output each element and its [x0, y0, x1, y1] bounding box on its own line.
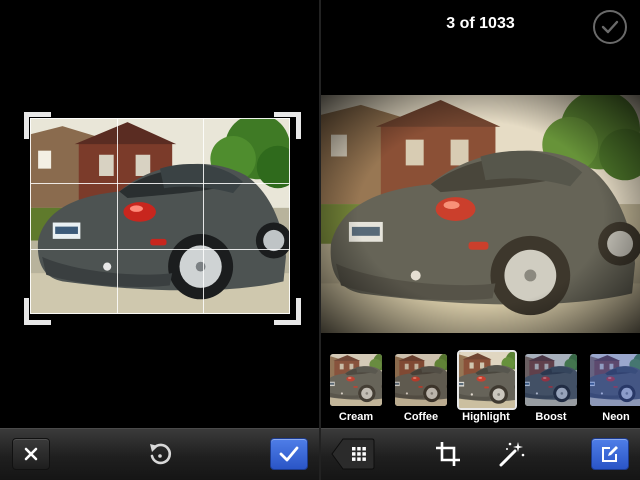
- filter-strip: Cream Coffee Highlight Boost Neon: [321, 346, 640, 428]
- filter-highlight[interactable]: Highlight: [457, 346, 517, 428]
- crop-view: [0, 0, 319, 480]
- crop-grid-line: [117, 119, 118, 313]
- crop-handle-top-right[interactable]: [274, 112, 301, 139]
- edit-button[interactable]: [591, 438, 629, 470]
- filter-boost[interactable]: Boost: [522, 346, 580, 428]
- filter-thumbnail: [590, 354, 640, 406]
- crop-grid-line: [31, 249, 289, 250]
- editor-view: 3 of 1033 Cream Coffee Highlight Boost N…: [321, 0, 640, 480]
- filter-coffee[interactable]: Coffee: [392, 346, 450, 428]
- editor-toolbar: [321, 428, 640, 480]
- grid-icon: [352, 447, 366, 461]
- crop-grid-line: [31, 183, 289, 184]
- crop-toolbar: [0, 428, 319, 480]
- filter-label: Coffee: [403, 411, 439, 423]
- filter-thumbnail: [395, 354, 447, 406]
- filter-neon[interactable]: Neon: [587, 346, 640, 428]
- cancel-button[interactable]: [12, 438, 50, 470]
- filter-cream[interactable]: Cream: [327, 346, 385, 428]
- filter-label: Boost: [535, 411, 567, 423]
- done-button[interactable]: [593, 10, 627, 44]
- main-photo[interactable]: [321, 95, 640, 333]
- circle-check-icon: [601, 20, 619, 34]
- filter-thumbnail: [525, 354, 577, 406]
- close-icon: [24, 447, 38, 461]
- crop-button[interactable]: [433, 439, 463, 469]
- crop-grid-line: [203, 119, 204, 313]
- back-to-grid-button[interactable]: [331, 438, 375, 470]
- filter-thumbnail: [457, 350, 517, 410]
- checkmark-icon: [279, 446, 299, 462]
- crop-icon: [436, 442, 460, 466]
- filter-label: Neon: [602, 411, 630, 423]
- rotate-button[interactable]: [145, 439, 175, 469]
- edit-icon: [602, 446, 618, 462]
- crop-frame[interactable]: [30, 118, 290, 314]
- filter-thumbnail: [330, 354, 382, 406]
- confirm-crop-button[interactable]: [270, 438, 308, 470]
- crop-handle-bottom-right[interactable]: [274, 298, 301, 325]
- crop-handle-top-left[interactable]: [24, 112, 51, 139]
- crop-handle-bottom-left[interactable]: [24, 298, 51, 325]
- filter-label: Highlight: [462, 411, 510, 423]
- enhance-button[interactable]: [497, 439, 527, 469]
- filter-label: Cream: [338, 411, 374, 423]
- rotate-icon: [150, 443, 172, 465]
- magic-wand-icon: [499, 442, 525, 467]
